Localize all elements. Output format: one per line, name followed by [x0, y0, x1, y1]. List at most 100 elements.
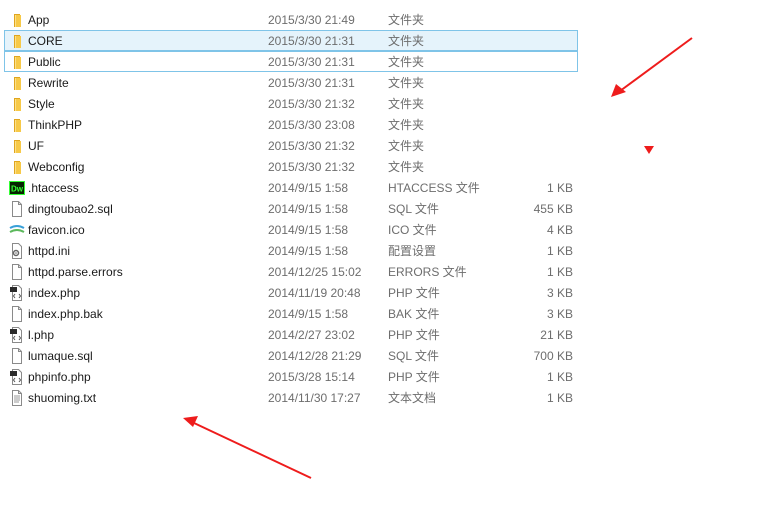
file-size: 1 KB — [546, 370, 573, 384]
file-date: 2015/3/30 21:32 — [268, 97, 355, 111]
file-row[interactable]: ThinkPHP 2015/3/30 23:08 文件夹 — [4, 114, 578, 135]
settings-file-icon — [9, 243, 25, 259]
file-type: SQL 文件 — [388, 202, 439, 216]
file-size: 700 KB — [533, 349, 573, 363]
file-row[interactable]: shuoming.txt 2014/11/30 17:27 文本文档 1 KB — [4, 387, 578, 408]
file-size: 1 KB — [546, 181, 573, 195]
folder-icon — [9, 117, 25, 133]
file-type: HTACCESS 文件 — [388, 181, 480, 195]
folder-icon — [9, 96, 25, 112]
file-name: index.php — [28, 286, 81, 300]
file-name: Rewrite — [28, 76, 69, 90]
file-date: 2015/3/30 23:08 — [268, 118, 355, 132]
file-size: 1 KB — [546, 265, 573, 279]
php-file-icon — [9, 285, 25, 301]
file-row[interactable]: dingtoubao2.sql 2014/9/15 1:58 SQL 文件 45… — [4, 198, 578, 219]
file-row[interactable]: favicon.ico 2014/9/15 1:58 ICO 文件 4 KB — [4, 219, 578, 240]
file-size: 4 KB — [546, 223, 573, 237]
folder-icon — [9, 54, 25, 70]
file-size: 1 KB — [546, 391, 573, 405]
file-icon — [9, 306, 25, 322]
file-row[interactable]: App 2015/3/30 21:49 文件夹 — [4, 9, 578, 30]
file-type: 文件夹 — [388, 76, 425, 90]
file-name: UF — [28, 139, 44, 153]
file-icon — [9, 264, 25, 280]
file-name: Public — [28, 55, 61, 69]
file-date: 2014/2/27 23:02 — [268, 328, 355, 342]
file-row[interactable]: index.php 2014/11/19 20:48 PHP 文件 3 KB — [4, 282, 578, 303]
file-date: 2014/9/15 1:58 — [268, 244, 349, 258]
file-icon — [9, 201, 25, 217]
file-date: 2014/11/30 17:27 — [268, 391, 361, 405]
file-row[interactable]: httpd.ini 2014/9/15 1:58 配置设置 1 KB — [4, 240, 578, 261]
file-size: 455 KB — [533, 202, 573, 216]
file-size: 3 KB — [546, 307, 573, 321]
file-date: 2014/12/28 21:29 — [268, 349, 362, 363]
dreamweaver-icon: Dw — [9, 180, 25, 196]
folder-icon — [9, 33, 25, 49]
file-name: httpd.parse.errors — [28, 265, 123, 279]
file-name: httpd.ini — [28, 244, 71, 258]
file-name: shuoming.txt — [28, 391, 97, 405]
file-type: 文本文档 — [388, 391, 437, 405]
file-row[interactable]: lumaque.sql 2014/12/28 21:29 SQL 文件 700 … — [4, 345, 578, 366]
file-size: 21 KB — [540, 328, 573, 342]
folder-icon — [9, 12, 25, 28]
file-name: lumaque.sql — [28, 349, 93, 363]
file-date: 2015/3/30 21:31 — [268, 55, 355, 69]
file-name: dingtoubao2.sql — [28, 202, 113, 216]
file-row[interactable]: httpd.parse.errors 2014/12/25 15:02 ERRO… — [4, 261, 578, 282]
file-row[interactable]: Rewrite 2015/3/30 21:31 文件夹 — [4, 72, 578, 93]
file-type: 文件夹 — [388, 55, 425, 69]
file-date: 2015/3/30 21:31 — [268, 76, 355, 90]
file-type: 配置设置 — [388, 244, 437, 258]
file-name: ThinkPHP — [28, 118, 83, 132]
file-date: 2015/3/28 15:14 — [268, 370, 355, 384]
file-date: 2014/9/15 1:58 — [268, 181, 349, 195]
folder-icon — [9, 138, 25, 154]
file-name: phpinfo.php — [28, 370, 91, 384]
file-name: Style — [28, 97, 55, 111]
file-row[interactable]: index.php.bak 2014/9/15 1:58 BAK 文件 3 KB — [4, 303, 578, 324]
file-date: 2014/11/19 20:48 — [268, 286, 361, 300]
file-date: 2014/9/15 1:58 — [268, 307, 349, 321]
file-date: 2014/9/15 1:58 — [268, 202, 349, 216]
file-type: SQL 文件 — [388, 349, 439, 363]
php-file-icon — [9, 369, 25, 385]
file-row[interactable]: l.php 2014/2/27 23:02 PHP 文件 21 KB — [4, 324, 578, 345]
file-type: 文件夹 — [388, 160, 425, 174]
file-type: 文件夹 — [388, 97, 425, 111]
file-row[interactable]: UF 2015/3/30 21:32 文件夹 — [4, 135, 578, 156]
folder-icon — [9, 75, 25, 91]
file-name: .htaccess — [28, 181, 79, 195]
annotation-arrow-bottom — [183, 416, 312, 479]
file-size: 1 KB — [546, 244, 573, 258]
file-type: ICO 文件 — [388, 223, 437, 237]
file-row[interactable]: Dw .htaccess 2014/9/15 1:58 HTACCESS 文件 … — [4, 177, 578, 198]
file-type: 文件夹 — [388, 139, 425, 153]
file-type: PHP 文件 — [388, 370, 440, 384]
folder-icon — [9, 159, 25, 175]
file-date: 2015/3/30 21:49 — [268, 13, 355, 27]
file-icon — [9, 348, 25, 364]
file-type: 文件夹 — [388, 13, 425, 27]
file-type: 文件夹 — [388, 34, 425, 48]
file-name: App — [28, 13, 50, 27]
file-date: 2015/3/30 21:32 — [268, 160, 355, 174]
file-date: 2014/12/25 15:02 — [268, 265, 362, 279]
text-file-icon — [9, 390, 25, 406]
file-date: 2014/9/15 1:58 — [268, 223, 349, 237]
file-row[interactable]: phpinfo.php 2015/3/28 15:14 PHP 文件 1 KB — [4, 366, 578, 387]
annotation-arrow-top — [611, 37, 693, 97]
file-type: BAK 文件 — [388, 307, 440, 321]
file-type: PHP 文件 — [388, 286, 440, 300]
file-row[interactable]: CORE 2015/3/30 21:31 文件夹 — [4, 30, 578, 51]
file-type: PHP 文件 — [388, 328, 440, 342]
file-row[interactable]: Webconfig 2015/3/30 21:32 文件夹 — [4, 156, 578, 177]
file-name: favicon.ico — [28, 223, 85, 237]
file-row[interactable]: Public 2015/3/30 21:31 文件夹 — [4, 51, 578, 72]
file-list: App 2015/3/30 21:49 文件夹 CORE 2015/3/30 2… — [4, 9, 578, 408]
file-name: Webconfig — [28, 160, 85, 174]
file-row[interactable]: Style 2015/3/30 21:32 文件夹 — [4, 93, 578, 114]
file-date: 2015/3/30 21:31 — [268, 34, 355, 48]
